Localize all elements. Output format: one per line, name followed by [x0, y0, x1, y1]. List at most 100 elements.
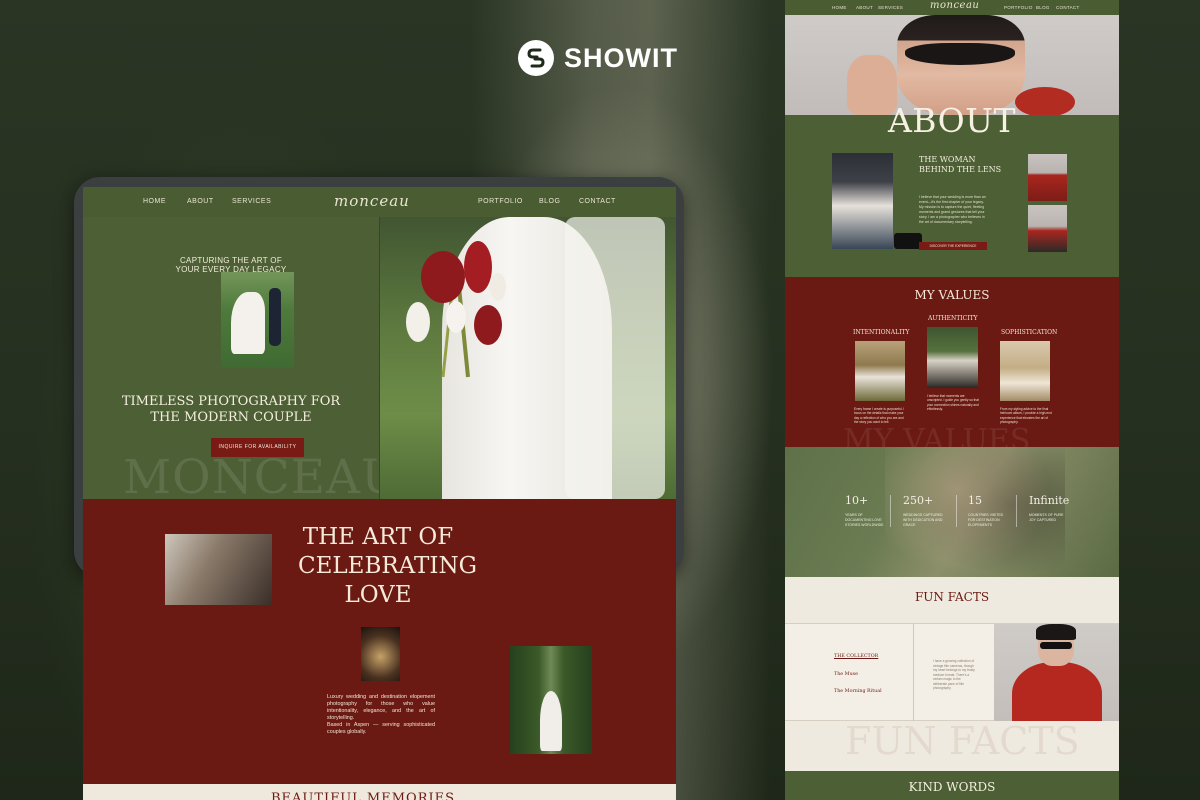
fun-facts-header: FUN FACTS: [785, 577, 1119, 623]
nav-about-link[interactable]: ABOUT: [187, 198, 214, 205]
stat-years-label: YEARS OF DOCUMENTING LOVE STORIES WORLDW…: [845, 513, 884, 527]
value-photo-authenticity: [927, 327, 978, 388]
memories-section: BEAUTIFUL MEMORIES: [83, 784, 676, 800]
nav-home-link[interactable]: HOME: [832, 5, 847, 10]
stat-moments-label: MOMENTS OF PURE JOY CAPTURED: [1029, 513, 1064, 522]
about-copy: I believe that your wedding is more than…: [919, 195, 986, 224]
value-label-intentionality: INTENTIONALITY: [853, 329, 910, 336]
model-hair: [1036, 624, 1076, 640]
kind-words-section: KIND WORDS: [785, 771, 1119, 800]
memories-title: BEAUTIFUL MEMORIES: [271, 791, 456, 800]
homepage-nav: HOME ABOUT SERVICES monceau PORTFOLIO BL…: [83, 187, 676, 217]
hero-couple-photo: [221, 272, 294, 368]
monceau-watermark: MONCEAU: [123, 450, 379, 499]
nav-services-link[interactable]: SERVICES: [878, 5, 903, 10]
about-hero-photo: [785, 15, 1119, 115]
about-heading: THE WOMAN BEHIND THE LENS: [919, 155, 1001, 175]
kind-words-title: KIND WORDS: [908, 780, 996, 794]
couple-kiss-photo: [165, 534, 272, 605]
about-title: ABOUT: [887, 101, 1017, 140]
nav-contact-link[interactable]: CONTACT: [579, 198, 616, 205]
stats-background-photo: [885, 447, 1065, 577]
stat-divider: [956, 495, 957, 527]
about-section: ABOUT THE WOMAN BEHIND THE LENS I believ…: [785, 101, 1119, 277]
value-copy-intentionality: Every frame I create is purposeful. I fo…: [854, 407, 905, 425]
love-title-line3: LOVE: [344, 582, 412, 608]
sunglasses-icon: [1040, 642, 1072, 649]
about-photo-seated: [1028, 205, 1067, 252]
stats-section: 10+ YEARS OF DOCUMENTING LOVE STORIES WO…: [785, 447, 1119, 577]
stat-countries-number: 15: [968, 494, 982, 507]
hero-title-line2: THE MODERN COUPLE: [150, 410, 312, 425]
value-photo-sophistication: [1000, 341, 1050, 401]
champagne-photo: [361, 627, 400, 681]
discover-button[interactable]: DISCOVER THE EXPERIENCE: [919, 242, 987, 250]
red-coat: [1012, 662, 1102, 722]
stat-countries-label: COUNTRIES VISITED FOR DESTINATION ELOPEM…: [968, 513, 1004, 527]
values-section: MY VALUES INTENTIONALITY Every frame I c…: [785, 277, 1119, 458]
sunglasses-icon: [905, 43, 1015, 65]
homepage-preview: HOME ABOUT SERVICES monceau PORTFOLIO BL…: [83, 187, 676, 800]
love-title-line1: THE ART OF: [302, 524, 454, 550]
nav-portfolio-link[interactable]: PORTFOLIO: [478, 198, 523, 205]
bouquet-icon: [406, 241, 506, 378]
showit-logo: SHOWIT: [518, 40, 678, 76]
fun-facts-watermark: FUN FACTS: [845, 719, 1080, 763]
about-heading-line1: THE WOMAN: [919, 155, 976, 164]
value-photo-intentionality: [855, 341, 905, 401]
fun-facts-body: THE COLLECTOR The Muse The Morning Ritua…: [785, 623, 1119, 722]
value-label-authenticity: AUTHENTICITY: [928, 315, 978, 322]
fun-facts-photo: [994, 624, 1119, 722]
fun-fact-tab-morning-ritual[interactable]: The Morning Ritual: [834, 689, 882, 694]
nav-home-link[interactable]: HOME: [143, 198, 166, 205]
model-face: [897, 15, 1025, 115]
site-logo[interactable]: monceau: [930, 0, 979, 11]
about-photo-red-coat: [1028, 154, 1067, 201]
stat-divider: [1016, 495, 1017, 527]
groom-figure: [269, 288, 281, 346]
value-copy-sophistication: From my styling advice to the final heir…: [1000, 407, 1052, 425]
fun-fact-tab-muse[interactable]: The Muse: [834, 672, 858, 677]
love-section: THE ART OF CELEBRATING LOVE Luxury weddi…: [83, 499, 676, 784]
fun-facts-divider: [913, 624, 914, 722]
brand-name: SHOWIT: [564, 42, 678, 73]
site-logo[interactable]: monceau: [334, 192, 410, 210]
nav-about-link[interactable]: ABOUT: [856, 5, 873, 10]
camera-icon: [894, 233, 922, 249]
stat-weddings-label: WEDDINGS CAPTURED WITH DEDICATION AND GR…: [903, 513, 943, 527]
love-title: THE ART OF CELEBRATING LOVE: [298, 523, 477, 610]
nav-blog-link[interactable]: BLOG: [539, 198, 560, 205]
fun-facts-title: FUN FACTS: [914, 590, 990, 604]
nav-contact-link[interactable]: CONTACT: [1056, 5, 1080, 10]
bride-figure: [540, 691, 562, 751]
stat-divider: [890, 495, 891, 527]
bride-figure: [231, 292, 265, 354]
bridal-veil: [565, 217, 665, 499]
love-title-line2: CELEBRATING: [298, 553, 477, 579]
values-title: MY VALUES: [914, 288, 990, 302]
hero-tagline-line1: CAPTURING THE ART OF: [179, 256, 282, 265]
photographer-portrait: [832, 153, 922, 249]
value-label-sophistication: SOPHISTICATION: [1001, 329, 1058, 336]
hedge-bride-photo: [510, 646, 592, 754]
nav-portfolio-link[interactable]: PORTFOLIO: [1004, 5, 1033, 10]
stat-years-number: 10+: [845, 494, 869, 507]
stat-weddings-number: 250+: [903, 494, 934, 507]
fun-fact-copy: I have a growing collection of vintage f…: [933, 659, 975, 690]
hero-title-line1: TIMELESS PHOTOGRAPHY FOR: [121, 394, 341, 409]
hero-title: TIMELESS PHOTOGRAPHY FOR THE MODERN COUP…: [83, 394, 379, 426]
fun-fact-tab-collector[interactable]: THE COLLECTOR: [834, 654, 878, 659]
value-copy-authenticity: I believe that moments are unscripted. I…: [927, 394, 979, 412]
about-nav: HOME ABOUT SERVICES monceau PORTFOLIO BL…: [785, 0, 1119, 15]
nav-services-link[interactable]: SERVICES: [232, 198, 271, 205]
hero-bride-photo: [380, 217, 676, 499]
about-page-preview: HOME ABOUT SERVICES monceau PORTFOLIO BL…: [785, 0, 1119, 800]
love-copy-para1: Luxury wedding and destination elopement…: [327, 694, 435, 721]
love-copy: Luxury wedding and destination elopement…: [327, 694, 435, 736]
love-copy-para2: Based in Aspen — serving sophisticated c…: [327, 722, 435, 735]
hero-left-panel: CAPTURING THE ART OF YOUR EVERY DAY LEGA…: [83, 217, 379, 499]
stat-moments-number: Infinite: [1029, 494, 1070, 507]
nav-blog-link[interactable]: BLOG: [1036, 5, 1050, 10]
about-heading-line2: BEHIND THE LENS: [919, 165, 1002, 174]
showit-logo-icon: [518, 40, 554, 76]
